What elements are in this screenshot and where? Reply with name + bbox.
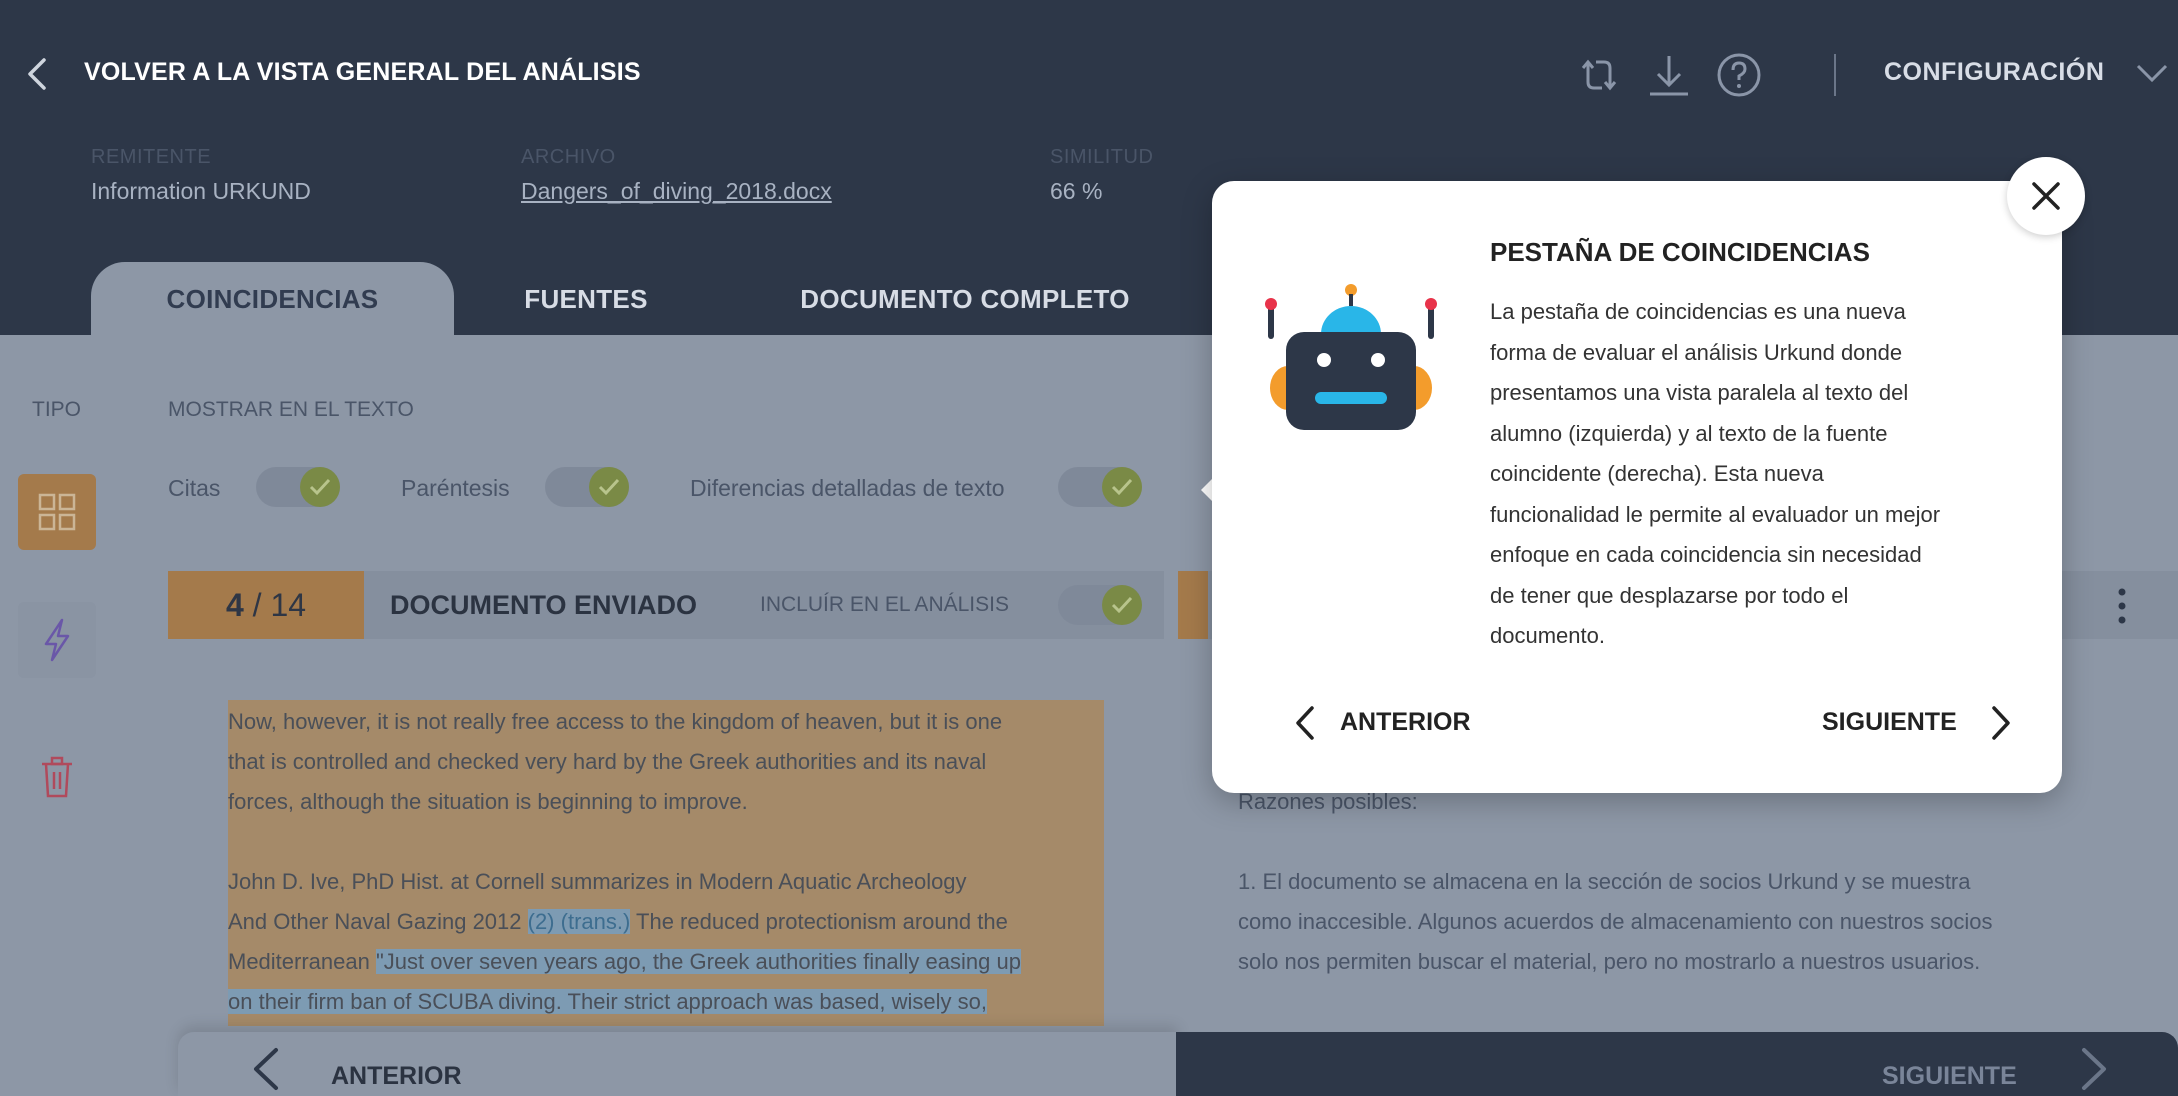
footer-next-bar [1176,1032,2178,1096]
sender-label: REMITENTE [91,146,212,168]
grid-view-button[interactable] [18,474,96,550]
popup-text-line: La pestaña de coincidencias es una nueva [1490,299,1906,324]
chevron-right-icon[interactable] [2076,1046,2112,1092]
toggle-knob [300,467,340,507]
chevron-down-icon[interactable] [2134,58,2170,88]
popup-prev-button[interactable]: ANTERIOR [1340,708,1471,737]
check-icon [309,478,331,496]
popup-body: La pestaña de coincidencias es una nueva… [1490,292,2010,657]
similarity-value: 66 % [1050,178,1103,204]
settings-menu[interactable]: CONFIGURACIÓN [1884,58,2104,87]
doc-text-segment: Mediterranean [228,949,376,974]
toggle-knob [589,467,629,507]
refresh-icon[interactable] [1574,50,1624,100]
doc-text-segment: And Other Naval Gazing 2012 [228,909,528,934]
popup-text-line: funcionalidad le permite al evaluador un… [1490,501,1941,527]
tab-matches[interactable]: COINCIDENCIAS [91,262,454,336]
footer-prev-bar [178,1032,1178,1096]
footer-next-button[interactable]: SIGUIENTE [1882,1062,2017,1091]
quote-highlight: "Just over seven years ago, the Greek au… [375,949,1021,974]
doc-text-line: that is controlled and checked very hard… [228,749,987,774]
include-in-analysis-label: INCLUÍR EN EL ANÁLISIS [760,593,1009,616]
trash-icon [42,756,72,798]
flash-view-button[interactable] [18,602,96,678]
popup-text-line: de tener que desplazarse por todo el [1490,582,1849,608]
type-label: TIPO [32,398,82,421]
toggle-knob [1102,585,1142,625]
grid-icon [38,493,76,531]
robot-icon [1265,284,1437,430]
check-icon [1111,596,1133,614]
popup-text-line: alumno (izquierda) y al texto de la fuen… [1490,420,1888,446]
popup-text-line: coincidente (derecha). Esta nueva [1490,461,1824,486]
show-in-text-label: MOSTRAR EN EL TEXTO [168,398,414,421]
doc-text-segment: The reduced protectionism around the [630,909,1008,934]
popup-text-line: enfoque en cada coincidencia sin necesid… [1490,542,1922,567]
chevron-left-icon[interactable] [18,54,58,94]
flash-icon [44,618,70,662]
similarity-label: SIMILITUD [1050,146,1154,168]
sender-value: Information URKUND [91,178,311,204]
source-counter-stub [1178,571,1208,639]
submitted-doc-title: DOCUMENTO ENVIADO [390,590,698,620]
chevron-left-icon[interactable] [248,1046,284,1092]
tab-sources[interactable]: FUENTES [500,262,672,336]
popup-title: PESTAÑA DE COINCIDENCIAS [1490,237,1870,267]
file-label: ARCHIVO [521,146,616,168]
quote-highlight: on their firm ban of SCUBA diving. Their… [228,989,987,1014]
popup-text-line: documento. [1490,623,1605,648]
doc-text-line: John D. Ive, PhD Hist. at Cornell summar… [228,869,967,894]
tab-full-document[interactable]: DOCUMENTO COMPLETO [770,262,1160,336]
doc-text-line: on their firm ban of SCUBA diving. Their… [228,989,987,1015]
popup-next-button[interactable]: SIGUIENTE [1822,708,1957,737]
file-link[interactable]: Dangers_of_diving_2018.docx [521,178,832,205]
check-icon [598,478,620,496]
match-total: / 14 [243,587,307,623]
doc-text-line: Now, however, it is not really free acce… [228,709,1003,734]
chevron-right-icon[interactable] [1986,703,2016,743]
app-root: VOLVER A LA VISTA GENERAL DEL ANÁLISIS C… [0,0,2178,1096]
source-text-line: 1. El documento se almacena en la secció… [1238,869,1971,894]
source-text-line: solo nos permiten buscar el material, pe… [1238,949,1981,974]
text-diff-toggle[interactable] [1058,467,1142,507]
back-to-overview-link[interactable]: VOLVER A LA VISTA GENERAL DEL ANÁLISIS [84,58,641,87]
quotes-toggle-label: Citas [168,475,221,501]
kebab-menu-icon[interactable] [2116,586,2128,626]
popup-text-line: presentamos una vista paralela al texto … [1490,380,1909,405]
toolbar-divider [1834,54,1836,96]
footer-prev-button[interactable]: ANTERIOR [331,1062,462,1091]
match-counter: 4 / 14 [168,571,364,639]
popup-text-line: forma de evaluar el análisis Urkund dond… [1490,339,1903,365]
quotes-toggle[interactable] [256,467,340,507]
toggle-knob [1102,467,1142,507]
check-icon [1111,478,1133,496]
doc-text-line: And Other Naval Gazing 2012 (2) (trans.)… [228,909,1008,935]
source-text-line: como inaccesible. Algunos acuerdos de al… [1238,909,1993,934]
parenthesis-toggle[interactable] [545,467,629,507]
close-button[interactable] [2007,157,2085,235]
doc-text-line: Mediterranean "Just over seven years ago… [228,949,1021,975]
parenthesis-toggle-label: Paréntesis [401,475,510,501]
reference-marker[interactable]: (2) (trans.) [527,909,631,934]
trash-button[interactable] [18,740,96,816]
chevron-left-icon[interactable] [1290,703,1320,743]
text-diff-toggle-label: Diferencias detalladas de texto [690,475,1005,501]
match-current: 4 [225,587,244,623]
include-in-analysis-toggle[interactable] [1058,585,1142,625]
download-icon[interactable] [1644,50,1694,100]
top-bar: VOLVER A LA VISTA GENERAL DEL ANÁLISIS C… [0,0,2178,140]
help-icon[interactable] [1714,50,1764,100]
close-icon [2032,182,2060,210]
doc-text-line: forces, although the situation is beginn… [228,789,748,814]
